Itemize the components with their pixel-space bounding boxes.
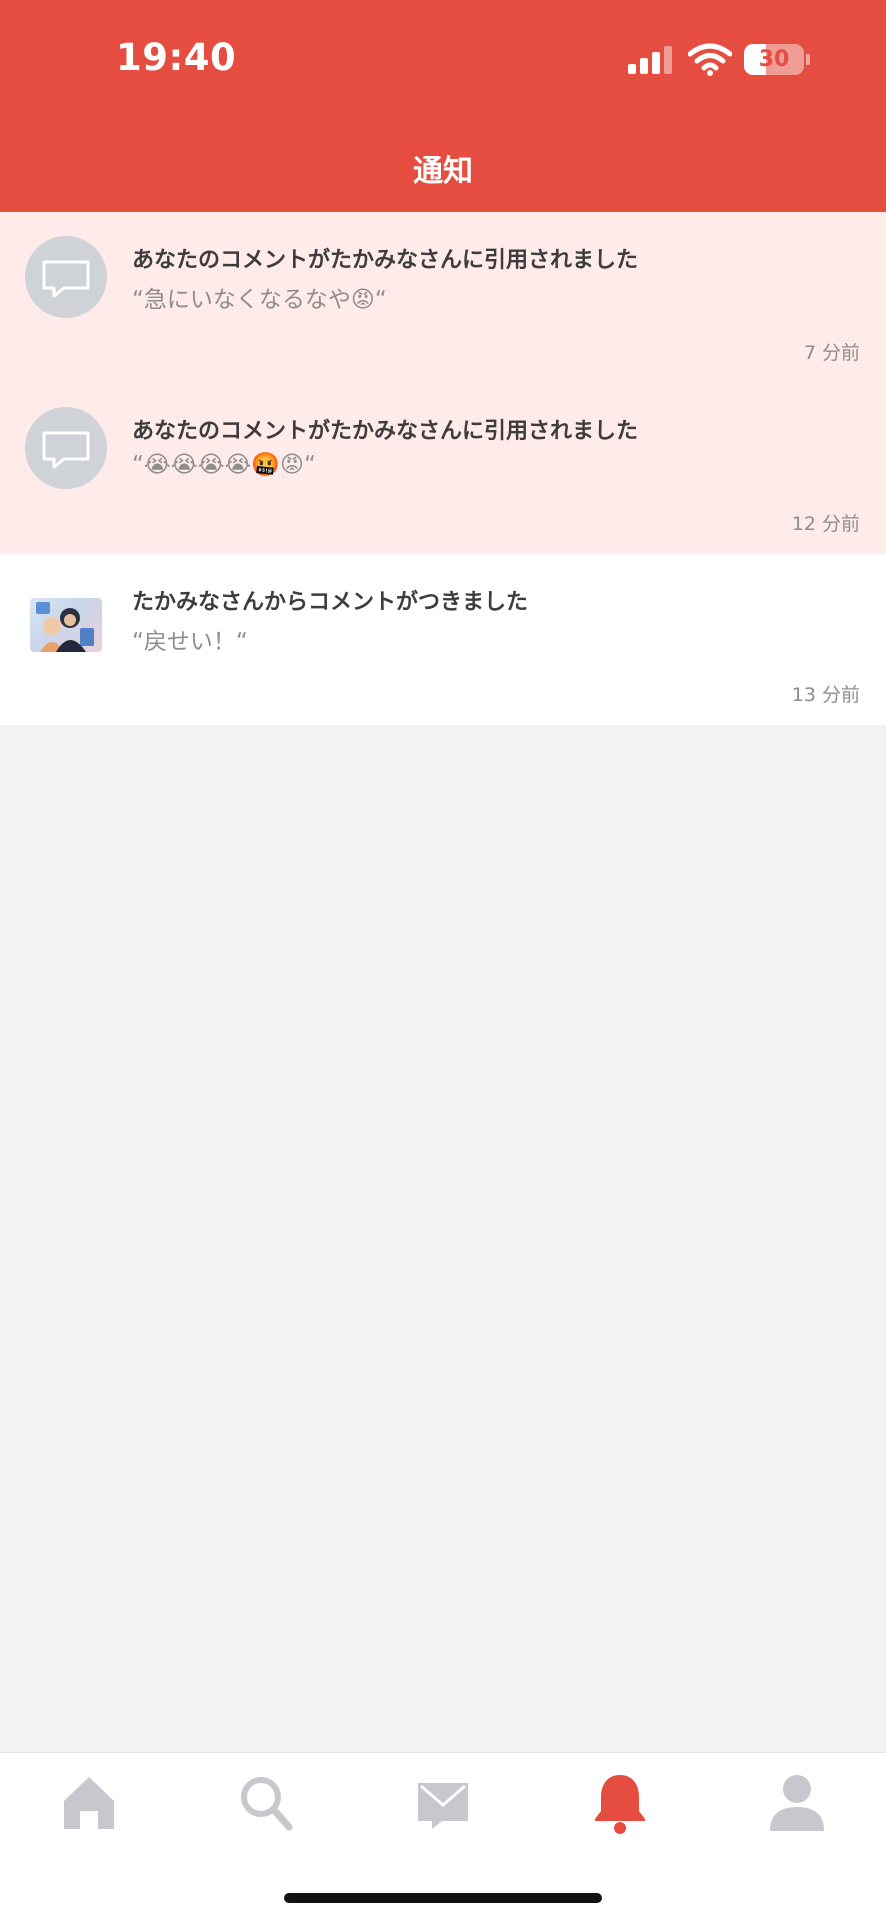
notification-body: “😭😭😭😭🤬😡“ (132, 452, 316, 478)
search-icon[interactable] (231, 1771, 301, 1835)
notification-item[interactable]: たかみなさんからコメントがつきました “戻せい！“ 13 分前 (0, 554, 886, 725)
page-title: 通知 (413, 154, 473, 189)
notification-item[interactable]: あなたのコメントがたかみなさんに引用されました “😭😭😭😭🤬😡“ 12 分前 (0, 383, 886, 554)
notification-time: 12 分前 (791, 513, 860, 535)
notification-title: たかみなさんからコメントがつきました (132, 590, 529, 615)
mail-icon[interactable] (408, 1771, 478, 1835)
wifi-icon (688, 43, 732, 76)
notification-title: あなたのコメントがたかみなさんに引用されました (132, 419, 639, 444)
bell-icon[interactable] (585, 1771, 655, 1835)
notification-title: あなたのコメントがたかみなさんに引用されました (132, 248, 639, 273)
notification-item[interactable]: あなたのコメントがたかみなさんに引用されました “急にいなくなるなや😡“ 7 分… (0, 212, 886, 383)
cellular-signal-icon (628, 46, 674, 74)
notification-body: “戻せい！“ (132, 629, 248, 655)
home-indicator[interactable] (284, 1893, 602, 1903)
battery-percent: 30 (758, 47, 790, 72)
home-icon[interactable] (54, 1771, 124, 1835)
profile-icon[interactable] (762, 1771, 832, 1835)
notification-body: “急にいなくなるなや😡“ (132, 287, 387, 313)
app-header: 19:40 30 通知 (0, 0, 886, 212)
battery-cap (806, 54, 810, 65)
notification-time: 13 分前 (791, 684, 860, 706)
user-photo-thumbnail (30, 598, 102, 652)
status-time: 19:40 (116, 36, 237, 79)
notification-time: 7 分前 (803, 342, 860, 364)
comment-bubble-icon (25, 407, 107, 489)
battery-icon: 30 (744, 44, 804, 75)
notification-list: あなたのコメントがたかみなさんに引用されました “急にいなくなるなや😡“ 7 分… (0, 212, 886, 725)
comment-bubble-icon (25, 236, 107, 318)
